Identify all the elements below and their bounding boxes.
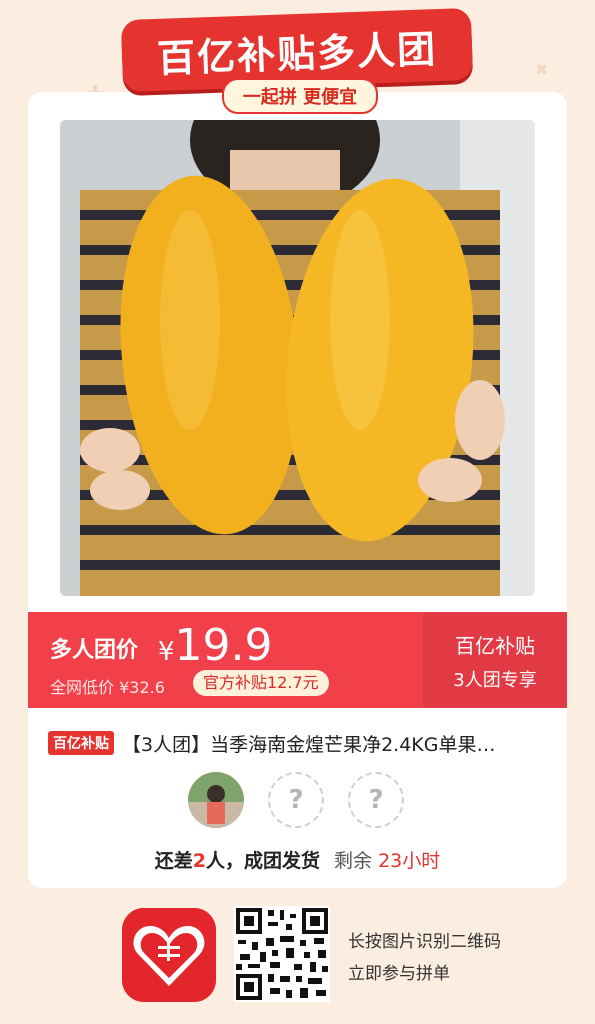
brand-tag: 百亿补贴 (48, 731, 114, 755)
footer-line2: 立即参与拼单 (348, 964, 450, 984)
mango-photo (60, 120, 535, 596)
pinduoduo-logo-icon (122, 908, 216, 1002)
status-suffix: 人，成团发货 (205, 850, 320, 872)
subsidy-badge: 官方补贴12.7元 (193, 670, 329, 696)
question-mark-icon: ? (288, 785, 304, 815)
avatar-photo (188, 772, 244, 828)
remaining-label: 剩余 (334, 850, 373, 872)
status-count: 2 (192, 850, 206, 872)
remaining-time: 23小时 (378, 850, 441, 872)
promo-badge-line2: 3人团专享 (453, 670, 537, 691)
header-title: 百亿补贴多人团 (156, 26, 438, 81)
promo-badge: 百亿补贴 3人团专享 (423, 612, 567, 708)
qr-code[interactable] (234, 906, 330, 1002)
group-status: 还差2人，成团发货 剩余 23小时 (0, 846, 595, 873)
member-avatar[interactable] (188, 772, 244, 828)
price-panel: 多人团价 ¥19.9 全网低价 ¥32.6 官方补贴12.7元 (28, 612, 423, 708)
header-subtitle-pill: 一起拼 更便宜 (222, 78, 378, 114)
footer: 长按图片识别二维码 立即参与拼单 (0, 896, 595, 1024)
price-bar: 多人团价 ¥19.9 全网低价 ¥32.6 官方补贴12.7元 百亿补贴 3人团… (28, 612, 567, 708)
product-title-row[interactable]: 百亿补贴 【3人团】当季海南金煌芒果净2.4KG单果… (48, 728, 548, 758)
promo-badge-line1: 百亿补贴 (455, 634, 535, 658)
header-subtitle: 一起拼 更便宜 (242, 87, 358, 108)
group-price-label: 多人团价 (50, 638, 139, 663)
product-title: 【3人团】当季海南金煌芒果净2.4KG单果… (122, 733, 496, 756)
empty-slot-1[interactable]: ? (268, 772, 324, 828)
group-price: ¥19.9 (158, 620, 273, 671)
empty-slot-2[interactable]: ? (348, 772, 404, 828)
status-prefix: 还差 (154, 850, 193, 872)
price-value: 19.9 (174, 620, 273, 671)
footer-line1: 长按图片识别二维码 (348, 932, 501, 952)
sparkle-icon: ✖ (535, 60, 549, 79)
footer-instructions: 长按图片识别二维码 立即参与拼单 (348, 926, 501, 990)
question-mark-icon: ? (368, 785, 384, 815)
currency-symbol: ¥ (158, 637, 175, 667)
product-image[interactable] (60, 120, 535, 596)
market-low-price: 全网低价 ¥32.6 (50, 678, 165, 697)
